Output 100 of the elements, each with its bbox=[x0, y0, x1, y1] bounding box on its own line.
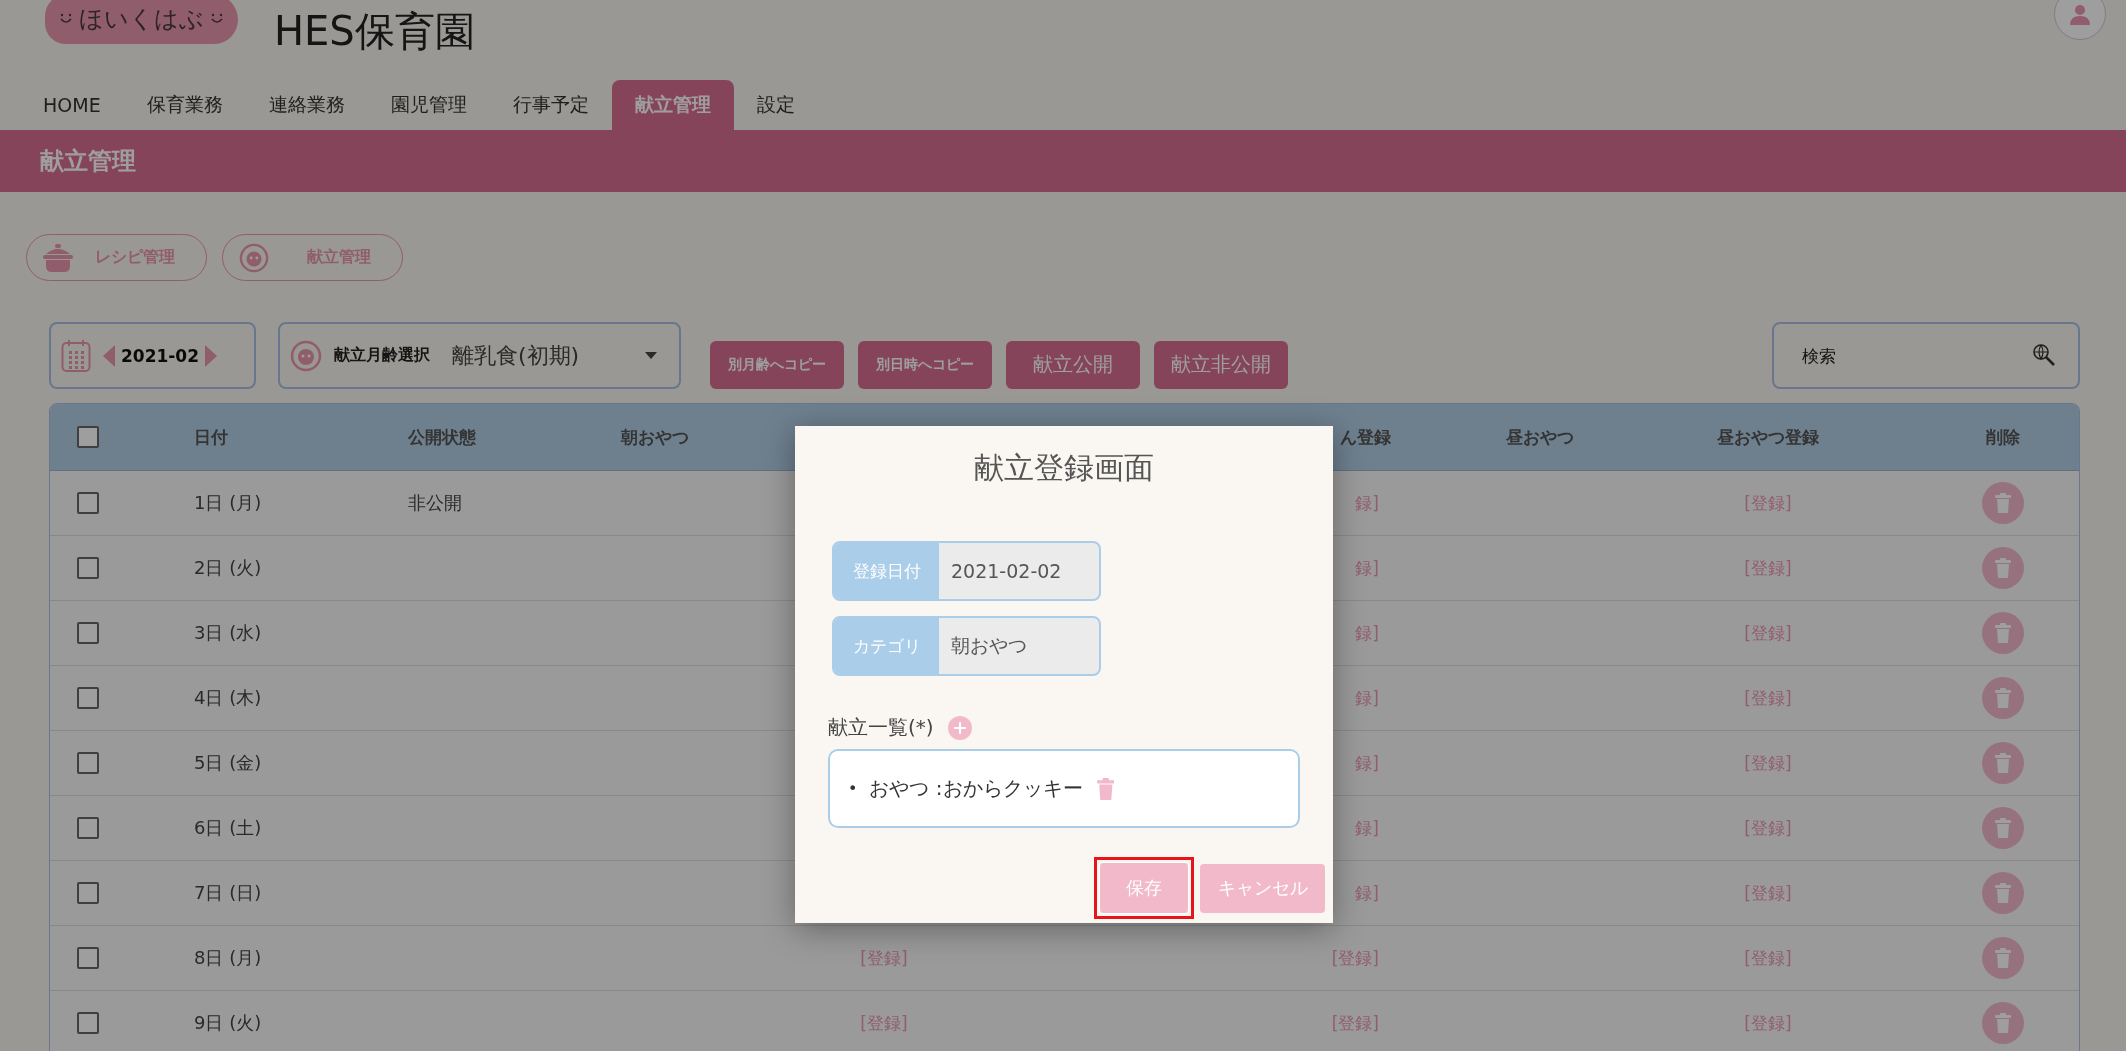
delete-button[interactable] bbox=[1981, 677, 2024, 719]
person-icon bbox=[2069, 3, 2091, 25]
save-button[interactable]: 保存 bbox=[1099, 862, 1189, 914]
month-value: 2021-02 bbox=[121, 345, 200, 366]
register-link[interactable]: 録] bbox=[1355, 556, 1379, 580]
plus-icon bbox=[953, 721, 966, 734]
register-link[interactable]: 録] bbox=[1355, 751, 1379, 775]
delete-button[interactable] bbox=[1981, 1002, 2024, 1044]
delete-button[interactable] bbox=[1981, 547, 2024, 589]
delete-button[interactable] bbox=[1981, 742, 2024, 784]
trash-icon bbox=[1994, 1013, 2011, 1033]
column-header: 公開状態 bbox=[408, 425, 476, 449]
trash-icon bbox=[1994, 883, 2011, 903]
register-link[interactable]: [登録] bbox=[1744, 816, 1792, 840]
smile-icon bbox=[59, 13, 73, 25]
table-cell: 非公開 bbox=[408, 491, 462, 515]
register-link[interactable]: 録] bbox=[1355, 621, 1379, 645]
delete-button[interactable] bbox=[1981, 482, 2024, 524]
row-checkbox[interactable] bbox=[77, 687, 99, 709]
register-link[interactable]: [登録] bbox=[1744, 686, 1792, 710]
trash-icon bbox=[1994, 493, 2011, 513]
add-button[interactable] bbox=[947, 715, 972, 740]
nav-tab[interactable]: 保育業務 bbox=[123, 80, 246, 130]
table-cell: 2日 (火) bbox=[194, 556, 262, 580]
caret-icon bbox=[645, 352, 657, 359]
register-link[interactable]: 録] bbox=[1355, 491, 1379, 515]
action-button[interactable]: 献立公開 bbox=[1006, 340, 1140, 389]
action-button[interactable]: 別月齢へコピー bbox=[710, 340, 844, 389]
action-button[interactable]: 献立非公開 bbox=[1154, 340, 1288, 389]
cancel-button[interactable]: キャンセル bbox=[1200, 863, 1325, 913]
delete-button[interactable] bbox=[1981, 612, 2024, 654]
table-cell: 9日 (火) bbox=[194, 1011, 262, 1035]
readonly-field: カテゴリ 朝おやつ bbox=[832, 616, 1101, 676]
table-cell: 3日 (水) bbox=[194, 621, 262, 645]
nav-tab[interactable]: 設定 bbox=[733, 80, 818, 130]
avatar-button[interactable] bbox=[2054, 0, 2106, 40]
list-bullet: • bbox=[848, 779, 858, 798]
trash-icon bbox=[1994, 948, 2011, 968]
row-checkbox[interactable] bbox=[77, 1012, 99, 1034]
register-link[interactable]: [登録] bbox=[1744, 491, 1792, 515]
delete-button[interactable] bbox=[1981, 807, 2024, 849]
register-link[interactable]: [登録] bbox=[1744, 946, 1792, 970]
register-link[interactable]: [登録] bbox=[860, 946, 908, 970]
register-link[interactable]: [登録] bbox=[1744, 751, 1792, 775]
column-header: ん登録 bbox=[1340, 425, 1391, 449]
pot-icon bbox=[43, 243, 73, 272]
readonly-field: 登録日付 2021-02-02 bbox=[832, 541, 1101, 601]
age-select[interactable]: 献立月齢選択 離乳食(初期) bbox=[278, 322, 681, 389]
logo[interactable]: ほいくはぶ bbox=[45, 0, 238, 44]
trash-icon bbox=[1994, 688, 2011, 708]
trash-icon bbox=[1096, 777, 1115, 800]
table-cell: 7日 (日) bbox=[194, 881, 262, 905]
smile-icon bbox=[210, 13, 224, 25]
row-checkbox[interactable] bbox=[77, 882, 99, 904]
prev-month-button[interactable] bbox=[103, 344, 115, 367]
nav-tab[interactable]: 献立管理 bbox=[611, 80, 734, 130]
register-link[interactable]: [登録] bbox=[1331, 946, 1379, 970]
list-label: 献立一覧(*) bbox=[828, 714, 934, 741]
table-cell: 1日 (月) bbox=[194, 491, 262, 515]
page-title: 献立管理 bbox=[40, 146, 136, 177]
nav-tab[interactable]: 連絡業務 bbox=[245, 80, 368, 130]
trash-icon bbox=[1994, 623, 2011, 643]
nav-tab[interactable]: HOME bbox=[20, 80, 124, 130]
bowl-face-icon bbox=[239, 242, 269, 273]
column-header: 朝おやつ bbox=[621, 425, 689, 449]
bowl-face-icon bbox=[290, 339, 322, 372]
column-header: 昼おやつ登録 bbox=[1717, 425, 1819, 449]
row-checkbox[interactable] bbox=[77, 947, 99, 969]
nav-tab[interactable]: 行事予定 bbox=[489, 80, 612, 130]
register-link[interactable]: [登録] bbox=[1744, 556, 1792, 580]
column-header: 日付 bbox=[194, 425, 228, 449]
row-checkbox[interactable] bbox=[77, 817, 99, 839]
register-link[interactable]: [登録] bbox=[1744, 621, 1792, 645]
register-link[interactable]: [登録] bbox=[1744, 881, 1792, 905]
table-cell: 4日 (木) bbox=[194, 686, 262, 710]
row-checkbox[interactable] bbox=[77, 492, 99, 514]
trash-icon bbox=[1994, 753, 2011, 773]
delete-button[interactable] bbox=[1981, 937, 2024, 979]
nav-tab[interactable]: 園児管理 bbox=[367, 80, 490, 130]
register-link[interactable]: [登録] bbox=[860, 1011, 908, 1035]
column-header: 昼おやつ bbox=[1506, 425, 1574, 449]
register-link[interactable]: [登録] bbox=[1331, 1011, 1379, 1035]
row-checkbox[interactable] bbox=[77, 622, 99, 644]
table-cell: 6日 (土) bbox=[194, 816, 262, 840]
register-link[interactable]: 録] bbox=[1355, 686, 1379, 710]
action-button[interactable]: 別日時へコピー bbox=[858, 340, 992, 389]
register-link[interactable]: 録] bbox=[1355, 816, 1379, 840]
table-cell: 8日 (月) bbox=[194, 946, 262, 970]
calendar-icon bbox=[61, 338, 91, 373]
register-link[interactable]: [登録] bbox=[1744, 1011, 1792, 1035]
select-all-checkbox[interactable] bbox=[77, 426, 99, 448]
next-month-button[interactable] bbox=[205, 344, 218, 367]
row-checkbox[interactable] bbox=[77, 557, 99, 579]
app-title: HES保育園 bbox=[274, 7, 475, 56]
delete-button[interactable] bbox=[1981, 872, 2024, 914]
row-checkbox[interactable] bbox=[77, 752, 99, 774]
register-link[interactable]: 録] bbox=[1355, 881, 1379, 905]
search-field[interactable]: 検索 bbox=[1772, 322, 2080, 389]
trash-icon bbox=[1994, 818, 2011, 838]
trash-icon bbox=[1994, 558, 2011, 578]
